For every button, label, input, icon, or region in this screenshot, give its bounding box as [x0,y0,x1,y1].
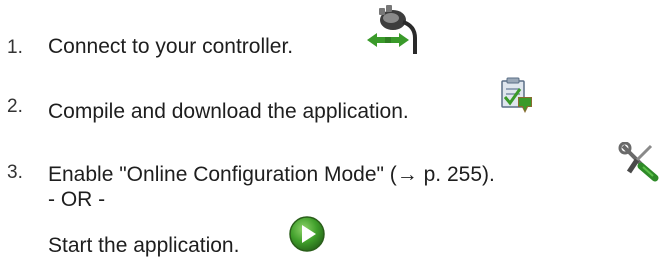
instruction-steps: 1. Connect to your controller. 2. Compil… [0,0,662,268]
connect-plug-icon [367,5,417,54]
step-2-number: 2. [7,96,23,117]
start-play-icon [289,216,325,252]
step-1-text: Connect to your controller. [48,35,294,58]
online-config-tools-icon [618,142,659,182]
step-3-or-separator: - OR - [48,188,106,211]
compile-download-icon [501,77,532,113]
step-1-number: 1. [7,37,23,58]
step-3-text: Enable "Online Configuration Mode" (→ p.… [48,163,495,186]
step-3-alt-text: Start the application. [48,234,240,257]
step-3-number: 3. [7,162,23,183]
step-2-text: Compile and download the application. [48,100,409,123]
